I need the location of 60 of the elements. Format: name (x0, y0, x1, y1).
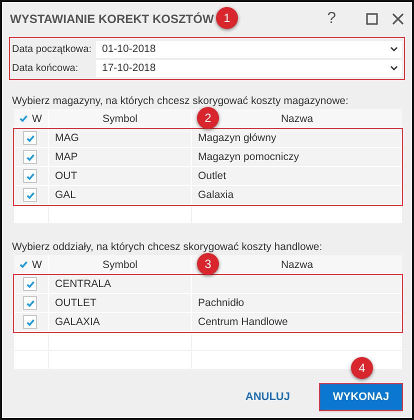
table-cell: GAL (55, 189, 76, 201)
select-all-checkbox[interactable] (18, 260, 28, 270)
table-cell: Magazyn pomocniczy (198, 151, 299, 163)
table-row[interactable]: MAP Magazyn pomocniczy (14, 148, 402, 167)
column-header: W (32, 112, 42, 124)
table-cell: Centrum Handlowe (198, 316, 288, 328)
row-checkbox[interactable] (23, 169, 37, 183)
select-all-checkbox[interactable] (18, 114, 28, 124)
table-row[interactable]: GAL Galaxia (14, 186, 402, 205)
column-header: Nazwa (280, 112, 314, 124)
column-header: Symbol (102, 258, 138, 270)
table-cell: MAG (55, 132, 79, 144)
cancel-button[interactable]: ANULUJ (245, 387, 290, 407)
table-cell: GALAXIA (55, 316, 100, 328)
caret-icon (390, 65, 398, 71)
date-dropdown[interactable]: 17-10-2018 (96, 60, 402, 76)
table-row[interactable]: OUTLET Pachnidło (14, 294, 402, 313)
table-cell: Galaxia (198, 189, 234, 201)
section-prompt: Wybierz oddziały, na których chcesz skorygować koszty handlowe: (12, 240, 322, 254)
table-row[interactable]: GALAXIA Centrum Handlowe (14, 313, 402, 332)
row-checkbox[interactable] (23, 296, 37, 310)
help-button[interactable]: ? (327, 10, 336, 28)
check-icon (18, 260, 28, 269)
check-icon (26, 172, 34, 180)
date-dropdown[interactable]: 01-10-2018 (96, 40, 402, 58)
check-icon (26, 134, 34, 142)
window-title: WYSTAWIANIE KOREKT KOSZTÓW (10, 12, 214, 26)
field-label: Data końcowa: (11, 63, 80, 74)
check-icon (18, 114, 28, 123)
row-checkbox[interactable] (23, 315, 37, 329)
table-cell: CENTRALA (55, 278, 112, 290)
annotation-badge: 1 (216, 7, 238, 29)
execute-button[interactable]: WYKONAJ (320, 384, 402, 410)
table-row[interactable]: MAG Magazyn główny (14, 129, 402, 148)
column-header: Nazwa (280, 258, 314, 270)
table-cell: OUTLET (55, 297, 96, 309)
check-icon (26, 280, 34, 288)
table-row[interactable]: OUT Outlet (14, 167, 402, 186)
annotation-badge: 4 (351, 357, 373, 379)
table-row[interactable]: CENTRALA (14, 275, 402, 294)
check-icon (26, 318, 34, 326)
table-cell: Pachnidło (198, 297, 244, 309)
column-header: W (32, 258, 42, 270)
row-checkbox[interactable] (23, 188, 37, 202)
maximize-icon[interactable] (366, 13, 378, 25)
table-cell: Magazyn główny (198, 132, 276, 144)
field-label: Data początkowa: (11, 44, 92, 55)
row-checkbox[interactable] (23, 131, 37, 145)
check-icon (26, 298, 34, 308)
row-checkbox[interactable] (23, 277, 37, 291)
row-checkbox[interactable] (23, 150, 37, 164)
caret-icon (390, 46, 398, 52)
column-header: Symbol (102, 112, 138, 124)
close-icon[interactable] (392, 13, 404, 25)
check-icon (26, 190, 34, 200)
table-cell: OUT (55, 170, 78, 182)
table-cell: Outlet (198, 170, 226, 182)
check-icon (26, 152, 34, 162)
table-cell: MAP (55, 151, 78, 163)
section-prompt: Wybierz magazyny, na których chcesz skorygować koszty magazynowe: (12, 94, 348, 108)
